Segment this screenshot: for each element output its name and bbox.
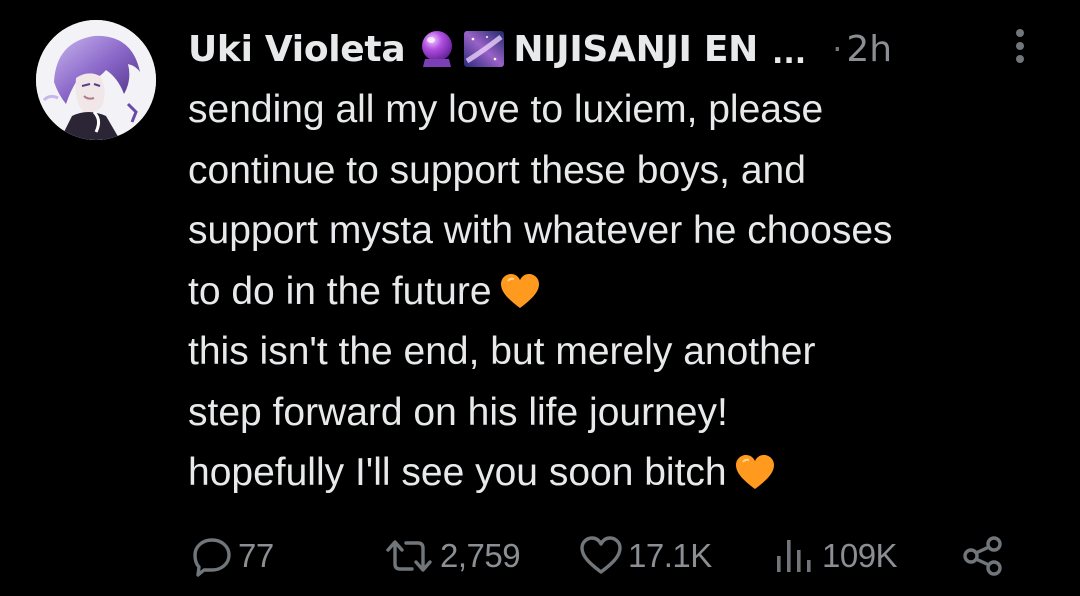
milky-way-emoji <box>463 29 505 69</box>
orange-heart-emoji <box>500 268 540 308</box>
heart-icon <box>580 536 622 574</box>
tweet-text: sending all my love to luxiem, please co… <box>188 80 1068 504</box>
crystal-ball-emoji <box>417 29 457 69</box>
avatar[interactable] <box>36 20 156 140</box>
tweet[interactable]: Uki Violeta NIJISANJI EN ... · 2h sendin… <box>0 0 1080 596</box>
views-button[interactable]: 109K <box>772 528 898 584</box>
views-count: 109K <box>822 537 898 574</box>
views-icon <box>777 540 811 572</box>
retweet-icon <box>386 540 432 572</box>
tweet-actions: 77 2,759 17.1K 109K <box>0 528 1080 584</box>
tweet-text-line-with-emoji: hopefully I'll see you soon bitch <box>188 443 1068 504</box>
retweet-button[interactable]: 2,759 <box>382 528 521 584</box>
share-icon <box>963 536 1002 576</box>
orange-heart-emoji <box>735 449 775 489</box>
reply-button[interactable]: 77 <box>190 528 274 584</box>
share-button[interactable] <box>960 528 1006 584</box>
tweet-text-line-with-emoji: to do in the future <box>188 262 1068 323</box>
tweet-text-line: support mysta with whatever he chooses <box>188 209 893 252</box>
tweet-text-line: step forward on his life journey! <box>188 390 728 434</box>
tweet-text-line: continue to support these boys, and <box>188 148 806 192</box>
like-button[interactable]: 17.1K <box>578 528 712 584</box>
more-vertical-icon[interactable] <box>1010 26 1030 66</box>
like-count: 17.1K <box>628 537 712 574</box>
tweet-text-line: this isn't the end, but merely another <box>188 330 816 373</box>
avatar-image <box>36 20 156 140</box>
reply-count: 77 <box>238 537 274 574</box>
author-display-name[interactable]: Uki Violeta <box>188 29 406 70</box>
tweet-text-line: sending all my love to luxiem, please <box>188 88 824 131</box>
tweet-header: Uki Violeta NIJISANJI EN ... · 2h <box>188 24 1048 74</box>
separator-dot: · <box>832 30 843 68</box>
retweet-count: 2,759 <box>440 537 521 574</box>
tweet-text-line: to do in the future <box>188 269 492 313</box>
reply-icon <box>193 538 231 577</box>
name-truncation: ... <box>772 35 807 71</box>
author-affiliation[interactable]: NIJISANJI EN <box>513 29 758 70</box>
tweet-timestamp[interactable]: 2h <box>846 29 892 70</box>
tweet-text-line: hopefully I'll see you soon bitch <box>188 451 727 494</box>
